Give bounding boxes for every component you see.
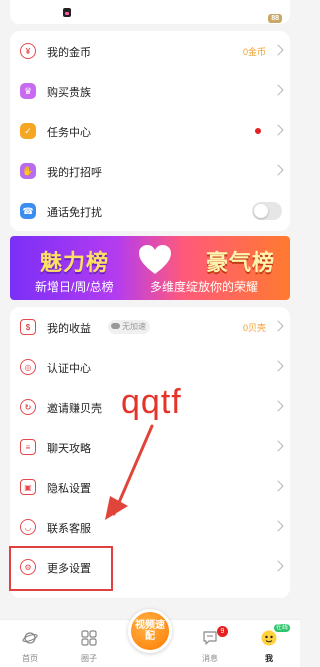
menu-card-primary: ¥ 我的金币 0金币 ♛ 购买贵族 ✓ 任务中心 ✋ 我的打招呼 ☎ 通话免打扰 [10,31,290,231]
chevron-right-icon [272,164,284,176]
chevron-right-icon [272,360,284,372]
menu-item-label: 购买贵族 [47,87,91,99]
chevron-right-icon [272,480,284,492]
nav-me[interactable]: 在线 我 [244,620,294,667]
nav-me-label: 我 [265,654,273,663]
annotation-arrow-icon [105,424,154,520]
menu-item-label: 我的金币 [47,47,91,59]
menu-item-label: 通话免打扰 [47,207,102,219]
menu-item-my-coins[interactable]: ¥ 我的金币 0金币 [10,31,290,71]
message-icon [203,631,217,645]
level-badge: 88 [268,14,282,23]
shell-balance: 0贝壳 [242,323,266,333]
coin-balance: 0金币 [242,47,266,57]
wealth-ranking-title: 豪气榜 [206,250,276,275]
speed-tag-text: 无加速 [122,322,146,331]
verify-icon: ◎ [20,359,36,375]
menu-item-label: 认证中心 [47,363,91,375]
unread-badge: 9 [217,626,228,637]
chevron-right-icon [272,44,284,56]
headset-icon: ◡ [20,519,36,535]
dnd-toggle[interactable] [252,202,282,220]
invite-icon: ↻ [20,399,36,415]
ranking-banner[interactable]: 魅力榜 豪气榜 新增日/周/总榜 多维度绽放你的荣耀 [10,236,290,300]
toggle-knob [254,204,268,218]
cloud-icon [111,323,120,329]
heart-icon [139,245,171,274]
task-icon: ✓ [20,123,36,139]
wave-hand-icon: ✋ [20,163,36,179]
menu-item-label: 聊天攻略 [47,443,91,455]
grid-icon [81,630,97,646]
menu-item-label: 我的打招呼 [47,167,102,179]
chevron-right-icon [272,400,284,412]
nav-circle-label: 圈子 [81,654,97,663]
crown-icon: ♛ [20,83,36,99]
nav-messages[interactable]: 9 消息 [185,620,235,667]
chevron-right-icon [272,440,284,452]
nav-home-label: 首页 [22,654,38,663]
menu-item-my-earnings[interactable]: $ 我的收益 无加速 0贝壳 [10,307,290,347]
annotation-highlight-box [9,546,113,591]
chevron-right-icon [272,560,284,572]
small-avatar-icon [63,8,71,17]
menu-item-label: 邀请赚贝壳 [47,403,102,415]
do-not-disturb-icon: ☎ [20,203,36,219]
video-match-button[interactable]: 视频速配 [128,609,172,653]
banner-subtitle-left: 新增日/周/总榜 [35,280,114,294]
chevron-right-icon [272,124,284,136]
menu-item-label: 联系客服 [47,523,91,535]
annotation-text: qqtf [121,383,182,421]
lock-icon: ▣ [20,479,36,495]
avatar-icon [261,630,277,646]
charm-ranking-title: 魅力榜 [40,250,110,275]
planet-icon [22,632,38,644]
banner-subtitle-right: 多维度绽放你的荣耀 [150,280,259,294]
top-card-remnant: 88 [10,0,290,24]
menu-item-call-dnd: ☎ 通话免打扰 [10,191,290,231]
chevron-right-icon [272,320,284,332]
online-tag: 在线 [274,624,291,632]
nav-circle[interactable]: 圈子 [64,620,114,667]
earnings-icon: $ [20,319,36,335]
chevron-right-icon [272,520,284,532]
menu-item-task-center[interactable]: ✓ 任务中心 [10,111,290,151]
menu-item-label: 任务中心 [47,127,91,139]
chevron-right-icon [272,84,284,96]
nav-home[interactable]: 首页 [5,620,55,667]
menu-item-verification-center[interactable]: ◎ 认证中心 [10,347,290,387]
coin-icon: ¥ [20,43,36,59]
menu-item-label: 隐私设置 [47,483,91,495]
chat-guide-icon: ≡ [20,439,36,455]
menu-item-label: 我的收益 [47,323,91,335]
speed-tag: 无加速 [108,320,150,334]
nav-messages-label: 消息 [202,654,218,663]
menu-item-my-greetings[interactable]: ✋ 我的打招呼 [10,151,290,191]
menu-item-buy-noble[interactable]: ♛ 购买贵族 [10,71,290,111]
video-match-label: 视频速配 [135,620,165,642]
notification-dot [255,128,261,134]
